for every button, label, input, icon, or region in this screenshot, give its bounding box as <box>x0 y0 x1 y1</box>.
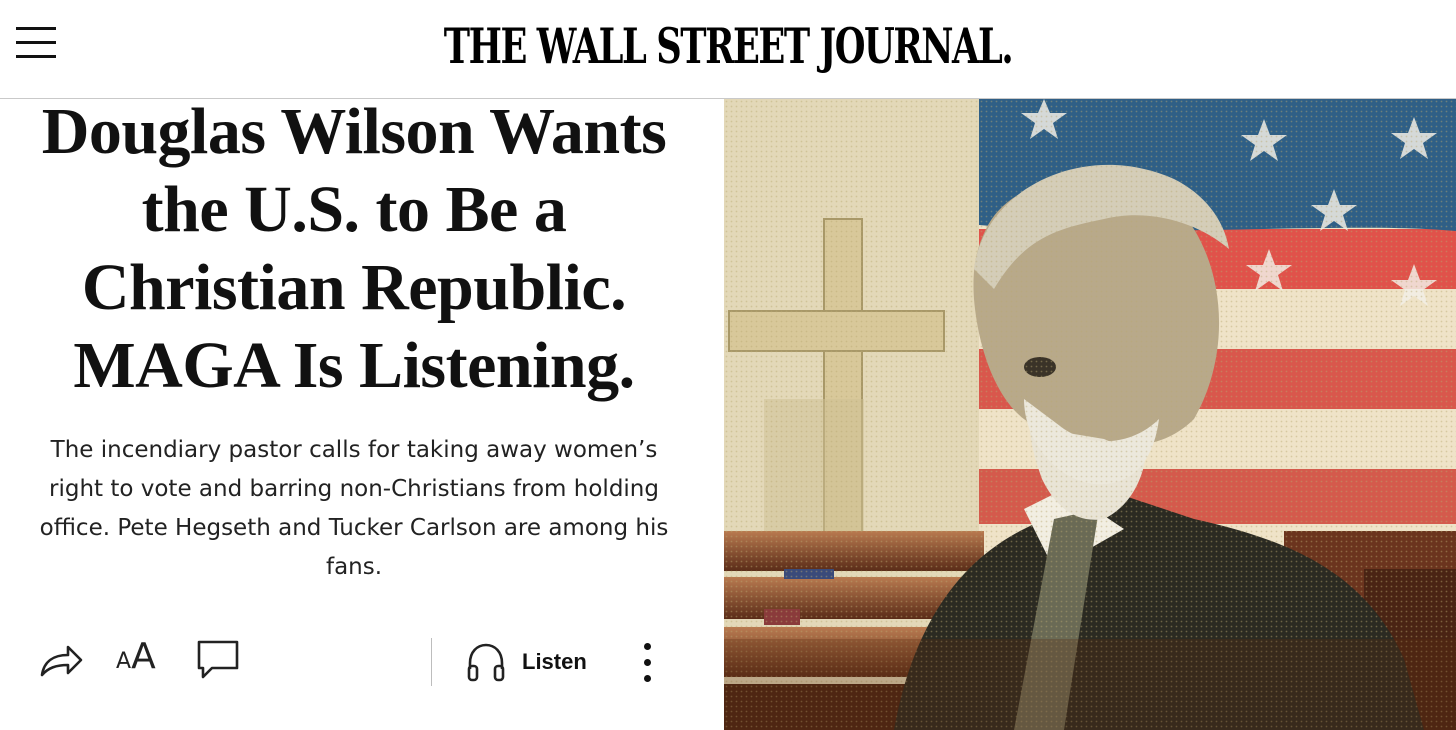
vertical-ellipsis-icon[interactable] <box>638 639 656 687</box>
hamburger-menu-icon[interactable] <box>16 24 58 60</box>
text-size-button[interactable]: AA <box>116 637 156 683</box>
headline-line: Christian Republic. <box>81 251 627 324</box>
article-toolbar: AA Listen <box>0 629 724 699</box>
listen-label: Listen <box>522 649 587 674</box>
article-header: Douglas Wilson Wants the U.S. to Be a Ch… <box>0 95 724 730</box>
comment-bubble-icon[interactable] <box>196 639 240 681</box>
hero-image <box>724 99 1456 730</box>
article-headline: Douglas Wilson Wants the U.S. to Be a Ch… <box>20 93 688 405</box>
text-size-large-glyph: A <box>131 636 156 677</box>
headline-line: Douglas Wilson Wants <box>41 95 667 168</box>
headphones-icon <box>464 641 508 683</box>
article-summary: The incendiary pastor calls for taking a… <box>39 437 669 580</box>
masthead-logo[interactable]: THE WALL STREET JOURNAL. <box>204 14 1252 78</box>
share-arrow-icon[interactable] <box>38 641 84 681</box>
headline-line: MAGA Is Listening. <box>73 329 635 402</box>
text-size-small-glyph: A <box>116 649 132 674</box>
listen-button[interactable]: Listen <box>464 639 587 685</box>
top-navigation-bar: THE WALL STREET JOURNAL. <box>0 0 1456 99</box>
headline-line: the U.S. to Be a <box>141 173 567 246</box>
hero-illustration <box>724 99 1456 730</box>
toolbar-divider <box>431 638 432 686</box>
